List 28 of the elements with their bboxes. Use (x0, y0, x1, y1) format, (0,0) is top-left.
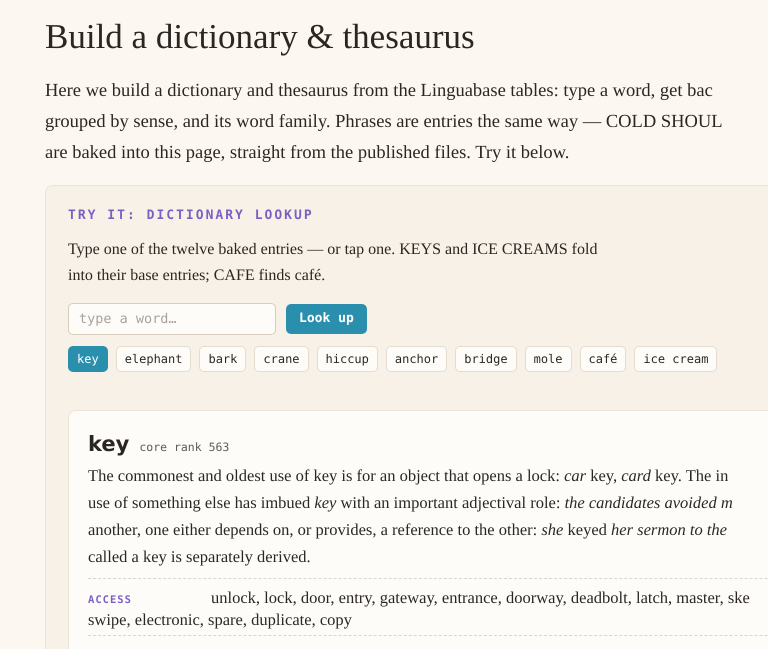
word-chip[interactable]: key (68, 346, 108, 372)
definition-text: use of something else has imbued key with an important adjectival role: the candidates avoided m (88, 492, 733, 514)
entry-rank: core rank 563 (139, 438, 230, 456)
word-chip[interactable]: bark (199, 346, 246, 372)
intro-text: Here we build a dictionary and thesaurus from the Linguabase tables: type a word, get bac (45, 80, 713, 103)
look-up-button[interactable]: Look up (286, 304, 367, 334)
entry-word: key (88, 430, 130, 458)
word-chip[interactable]: anchor (386, 346, 448, 372)
word-chip[interactable]: mole (524, 346, 572, 372)
word-input[interactable]: type a word… (68, 302, 276, 334)
word-chip[interactable]: café (580, 346, 626, 372)
definition-text: another, one either depends on, or provides, a reference to the other: she keyed her sermon to the (88, 519, 727, 541)
sense-label: ACCESS (88, 593, 133, 608)
word-chip[interactable]: hiccup (316, 346, 378, 372)
instruction-text: into their base entries; CAFE finds café. (68, 266, 326, 286)
word-chip[interactable]: ice cream (634, 346, 718, 372)
synonym-list: swipe, electronic, spare, duplicate, copy (88, 609, 352, 631)
definition-text: The commonest and oldest use of key is for an object that opens a lock: car key, card key. The in (88, 465, 728, 487)
page-title: Build a dictionary & thesaurus (45, 16, 475, 58)
word-chip[interactable]: elephant (116, 346, 192, 372)
definition-text: called a key is separately derived. (88, 546, 311, 568)
instruction-text: Type one of the twelve baked entries — or tap one. KEYS and ICE CREAMS fold (68, 240, 598, 260)
demo-heading: TRY IT: DICTIONARY LOOKUP (68, 207, 314, 225)
word-chip[interactable]: bridge (455, 346, 517, 372)
intro-text: are baked into this page, straight from the published files. Try it below. (45, 142, 570, 165)
intro-text: grouped by sense, and its word family. Phrases are entries the same way — COLD SHOUL (45, 111, 722, 134)
word-chip[interactable]: crane (254, 346, 309, 372)
synonym-list: unlock, lock, door, entry, gateway, entrance, doorway, deadbolt, latch, master, ske (211, 587, 750, 609)
